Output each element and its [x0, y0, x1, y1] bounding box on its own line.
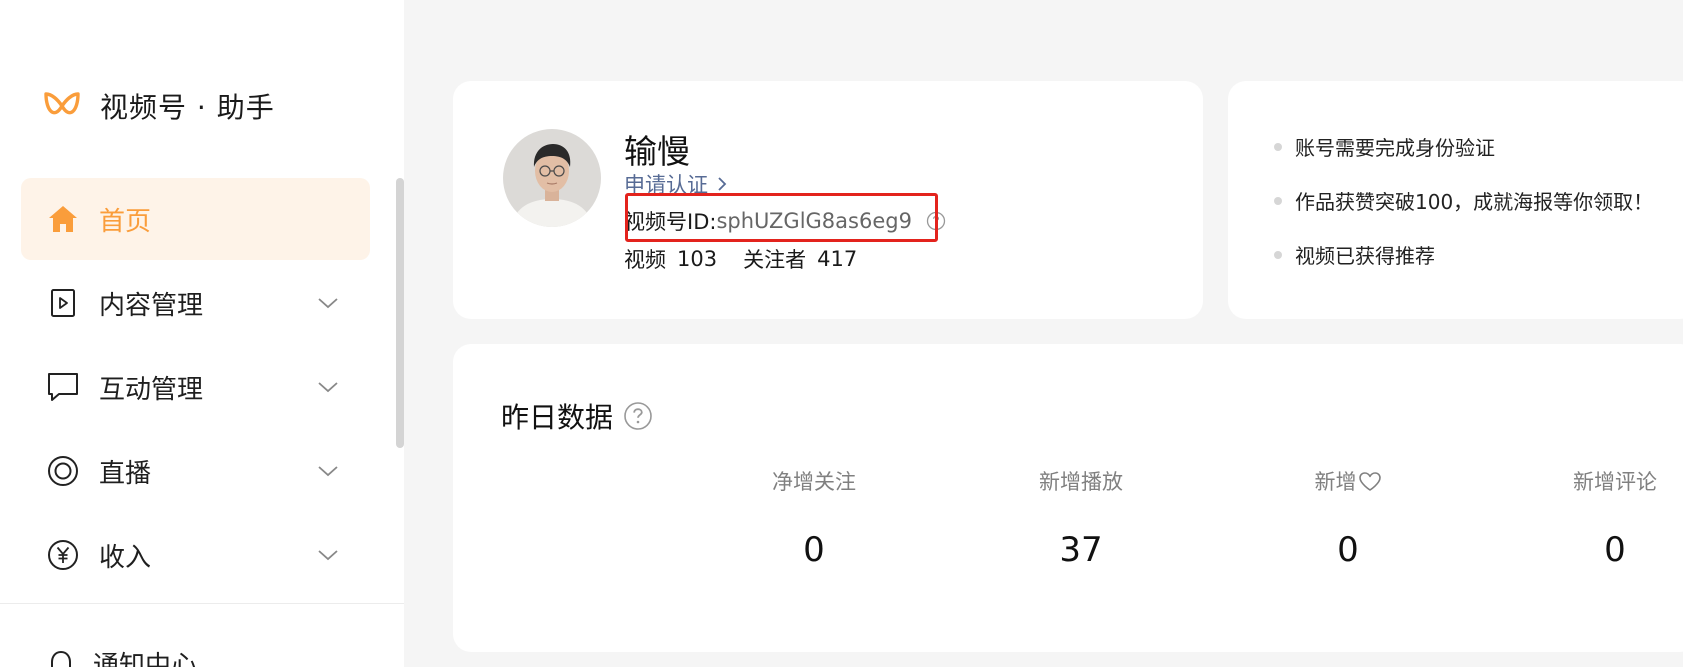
sidebar-item-live[interactable]: 直播 [21, 430, 370, 512]
videos-count: 103 [677, 247, 718, 271]
sidebar: 视频号 · 助手 首页 内容管理 互动管理 直播 收入 通知中心 [0, 0, 404, 667]
chevron-down-icon[interactable] [317, 296, 339, 310]
metric-label: 新增评论 [1573, 470, 1657, 494]
sidebar-item-label: 内容管理 [99, 290, 204, 321]
help-circle-icon[interactable] [623, 401, 653, 431]
video-play-icon [47, 287, 79, 319]
bell-icon [51, 650, 71, 667]
channel-id-value[interactable]: sphUZGlG8as6eg9 [716, 209, 912, 233]
metric-value: 0 [803, 530, 825, 570]
metric-label: 新增播放 [1039, 470, 1123, 494]
tip-text: 作品获赞突破100，成就海报等你领取！ [1295, 190, 1654, 214]
bullet-dot [1274, 196, 1282, 205]
channel-id-label: 视频号ID: [624, 210, 717, 234]
sidebar-scrollbar-thumb[interactable] [396, 178, 404, 448]
yuan-icon [47, 539, 79, 571]
followers-count: 417 [817, 247, 858, 271]
avatar[interactable] [503, 129, 601, 227]
metric-value: 37 [1059, 530, 1103, 570]
profile-card: 输慢 申请认证 视频号ID: sphUZGlG8as6eg9 视频 103 关注… [453, 81, 1203, 319]
help-circle-icon[interactable] [926, 211, 946, 231]
bullet-dot [1274, 250, 1282, 259]
sidebar-divider [0, 603, 404, 604]
sidebar-item-home[interactable]: 首页 [21, 178, 370, 260]
metric-label: 新增 [1238, 466, 1458, 496]
bullet-dot [1274, 142, 1282, 151]
sidebar-item-label: 直播 [99, 458, 152, 489]
chevron-down-icon[interactable] [317, 548, 339, 562]
profile-name: 输慢 [624, 132, 690, 171]
videos-label: 视频 [624, 248, 666, 272]
tips-card: 账号需要完成身份验证 作品获赞突破100，成就海报等你领取！ 视频已获得推荐 [1228, 81, 1683, 319]
profile-stats: 视频 103 关注者 417 [624, 244, 868, 274]
apply-verification-link[interactable]: 申请认证 [624, 169, 728, 199]
metric-label: 净增关注 [772, 470, 856, 494]
sidebar-item-interaction[interactable]: 互动管理 [21, 346, 370, 428]
avatar-image [503, 129, 601, 227]
chevron-right-icon [718, 177, 727, 191]
tip-item[interactable]: 视频已获得推荐 [1274, 240, 1435, 269]
metric-value: 0 [1337, 530, 1359, 570]
logo[interactable]: 视频号 · 助手 [42, 84, 275, 128]
yesterday-data-title: 昨日数据 [501, 401, 614, 434]
chevron-down-icon[interactable] [317, 464, 339, 478]
channel-id-row: 视频号ID: sphUZGlG8as6eg9 [624, 206, 946, 236]
chat-bubble-icon [47, 371, 79, 403]
section-title: 昨日数据 [501, 396, 653, 436]
live-icon [47, 455, 79, 487]
apply-verification-label: 申请认证 [624, 173, 708, 197]
sidebar-item-notifications[interactable]: 通知中心 [47, 645, 197, 667]
sidebar-item-income[interactable]: 收入 [21, 514, 370, 596]
heart-icon [1358, 471, 1381, 491]
home-icon [47, 203, 79, 235]
followers-label: 关注者 [743, 248, 807, 272]
logo-text: 视频号 · 助手 [100, 91, 275, 124]
tip-text: 账号需要完成身份验证 [1295, 136, 1495, 160]
tip-text: 视频已获得推荐 [1295, 244, 1435, 268]
yesterday-data-card: 昨日数据 净增关注 0 新增播放 37 新增 0 新增评论 0 [453, 344, 1683, 652]
channels-logo-icon [44, 92, 80, 115]
sidebar-item-label: 互动管理 [99, 374, 204, 405]
sidebar-item-label: 首页 [99, 206, 152, 237]
sidebar-item-label: 通知中心 [93, 651, 198, 667]
tip-item[interactable]: 账号需要完成身份验证 [1274, 132, 1495, 161]
sidebar-item-label: 收入 [99, 542, 152, 573]
tip-item[interactable]: 作品获赞突破100，成就海报等你领取！ [1274, 186, 1653, 215]
sidebar-item-content[interactable]: 内容管理 [21, 262, 370, 344]
metric-value: 0 [1604, 530, 1626, 570]
chevron-down-icon[interactable] [317, 380, 339, 394]
metric-label-text: 新增 [1314, 470, 1357, 494]
